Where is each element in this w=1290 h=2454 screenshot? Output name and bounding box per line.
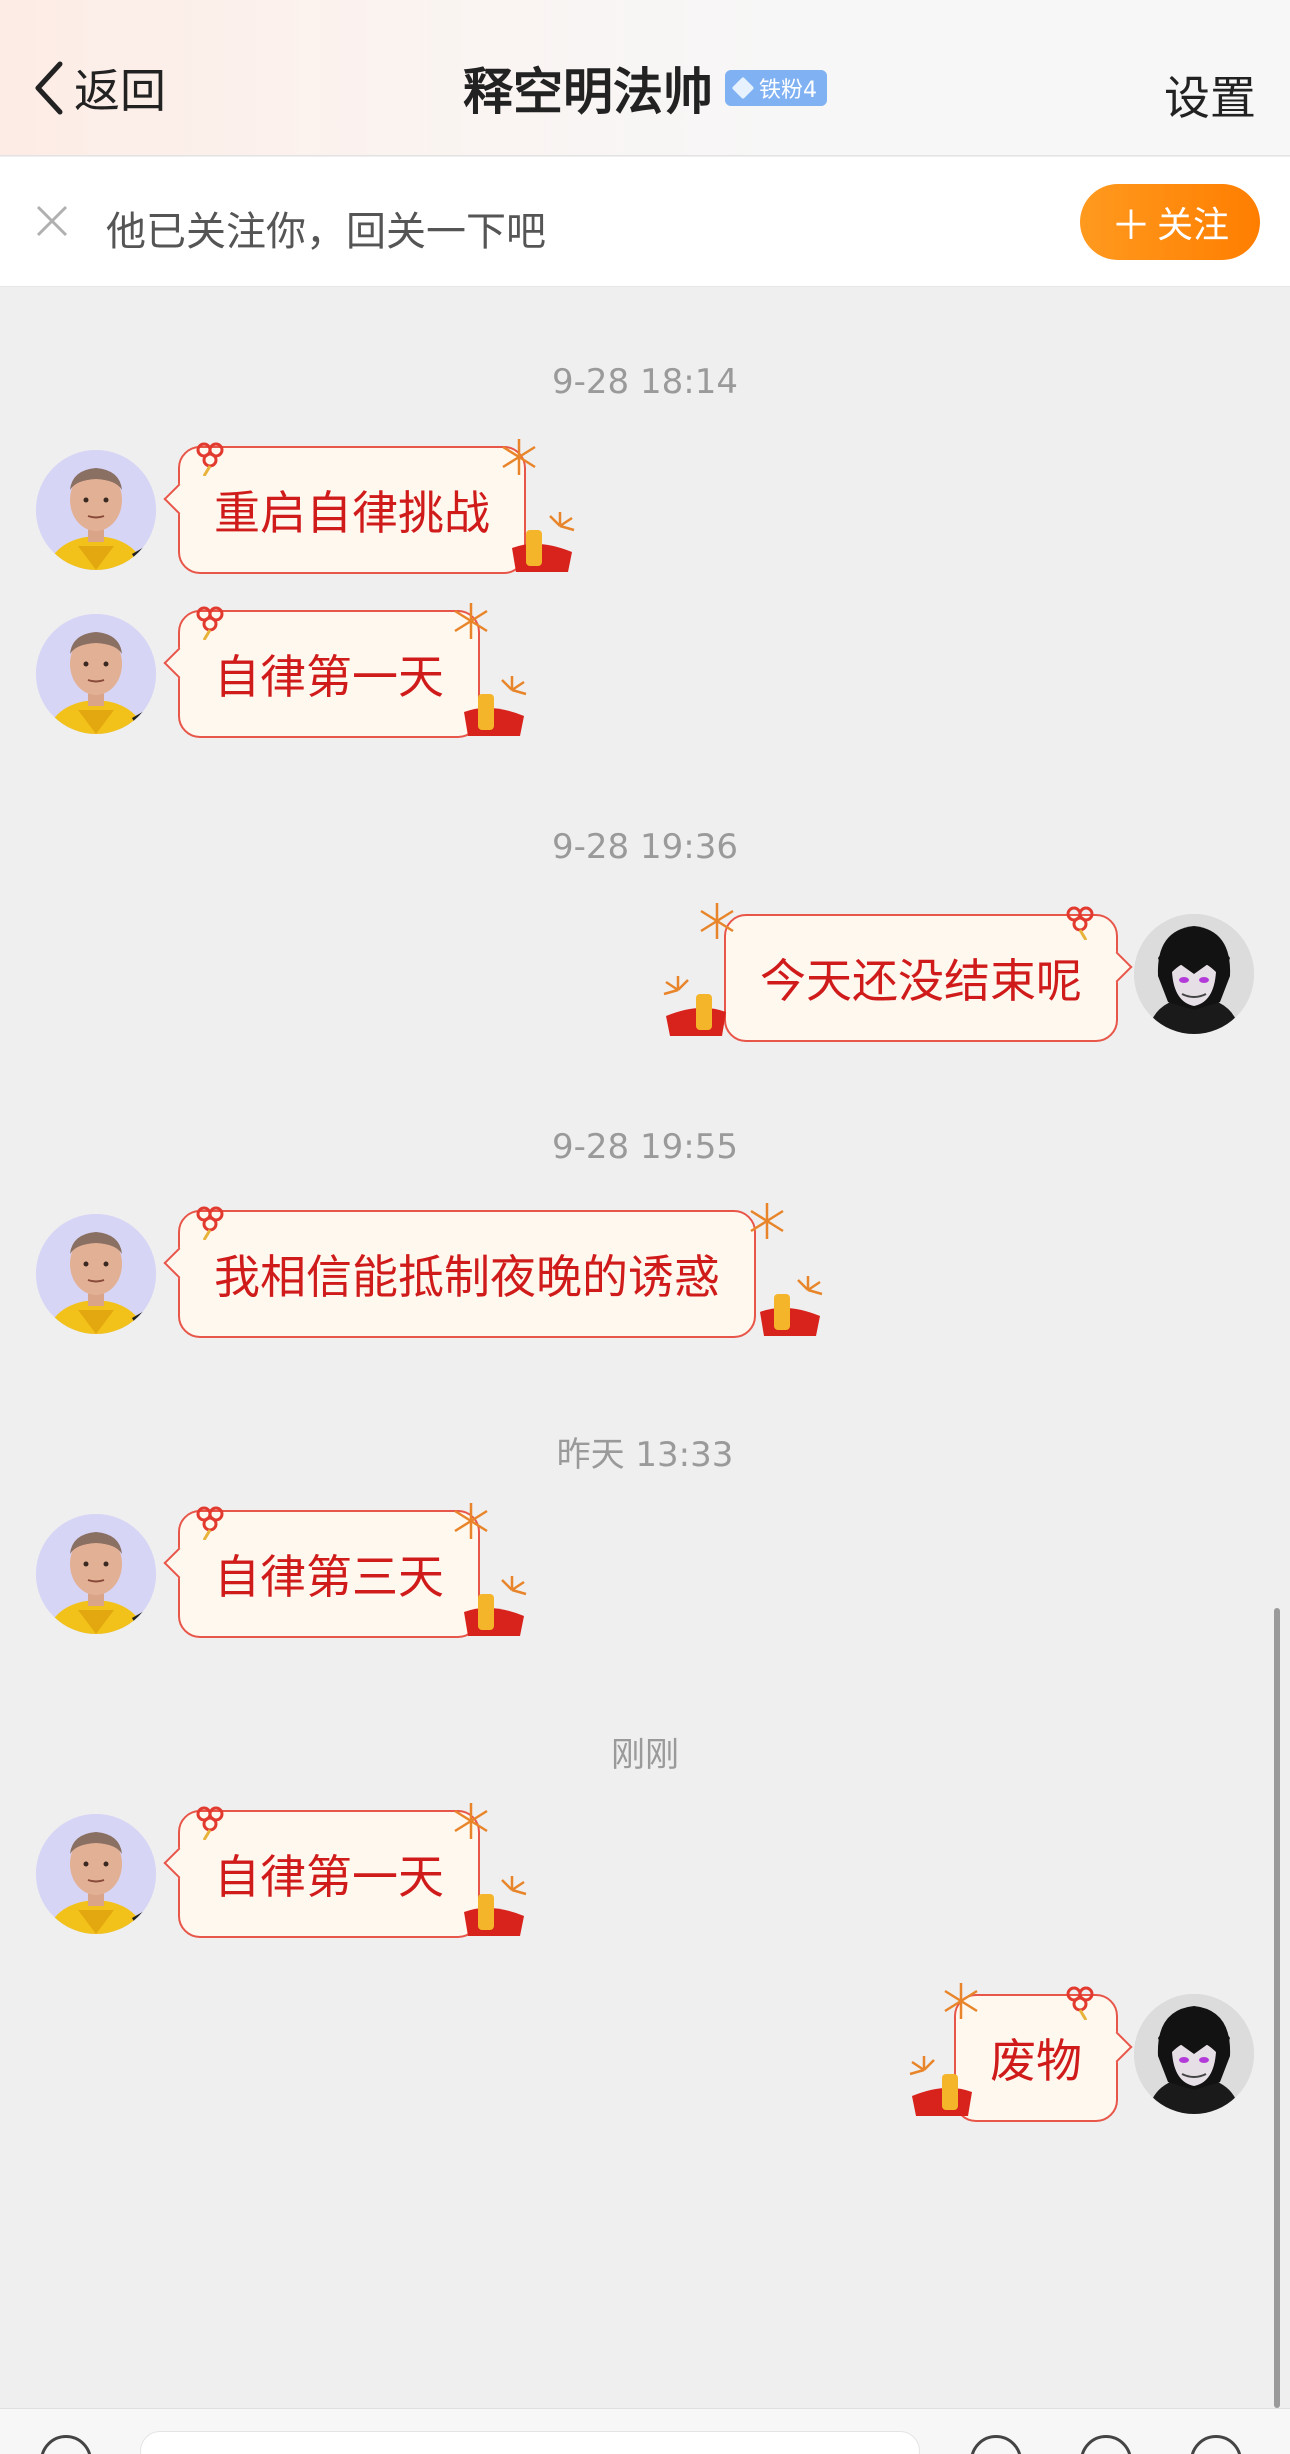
message-text: 自律第一天 [214, 1850, 444, 1904]
message-bubble[interactable]: 自律第三天 [163, 1510, 480, 1638]
contact-avatar[interactable] [36, 1514, 156, 1634]
input-bar [0, 2408, 1290, 2454]
settings-button[interactable]: 设置 [1164, 62, 1256, 128]
monk-portrait-icon [36, 1514, 156, 1634]
follow-button-label: 关注 [1156, 204, 1229, 245]
timestamp: 9-28 19:55 [552, 1127, 738, 1167]
voice-icon[interactable] [40, 2435, 92, 2454]
message-bubble-self[interactable]: 废物 [954, 1994, 1133, 2122]
monk-portrait-icon [36, 1814, 156, 1934]
message-text: 废物 [990, 2034, 1082, 2088]
contact-avatar[interactable] [36, 1814, 156, 1934]
message-text: 我相信能抵制夜晚的诱惑 [214, 1250, 720, 1304]
nav-header: 返回 释空明法帅 铁粉4 设置 [0, 0, 1290, 156]
timestamp: 昨天 13:33 [556, 1435, 734, 1475]
follow-prompt-bar: 他已关注你，回关一下吧 ＋ 关注 [0, 157, 1290, 287]
timestamp: 9-28 18:14 [552, 362, 738, 402]
contact-avatar[interactable] [36, 614, 156, 734]
message-bubble[interactable]: 我相信能抵制夜晚的诱惑 [163, 1210, 756, 1338]
firecracker-icon [663, 976, 726, 1036]
diamond-icon [731, 76, 755, 100]
message-text: 自律第三天 [214, 1550, 444, 1604]
follow-prompt-text: 他已关注你，回关一下吧 [106, 209, 546, 255]
message-text: 今天还没结束呢 [760, 954, 1082, 1008]
close-icon[interactable] [34, 203, 70, 239]
monk-portrait-icon [36, 450, 156, 570]
message-bubble-self[interactable]: 今天还没结束呢 [724, 914, 1133, 1042]
message-input[interactable] [140, 2431, 920, 2454]
message-bubble[interactable]: 自律第一天 [163, 1810, 480, 1938]
timestamp: 刚刚 [611, 1735, 679, 1775]
message-text: 重启自律挑战 [214, 486, 490, 540]
timestamp: 9-28 19:36 [552, 827, 738, 867]
follow-button[interactable]: ＋ 关注 [1080, 184, 1260, 260]
more-icon[interactable] [1190, 2435, 1242, 2454]
anime-character-icon [1134, 914, 1254, 1034]
user-avatar[interactable] [1134, 1994, 1254, 2114]
message-text: 自律第一天 [214, 650, 444, 704]
message-bubble[interactable]: 重启自律挑战 [163, 446, 526, 574]
firecracker-icon [760, 1276, 823, 1336]
title-area: 释空明法帅 铁粉4 [0, 56, 1290, 121]
fan-level-badge[interactable]: 铁粉4 [725, 70, 827, 106]
monk-portrait-icon [36, 1214, 156, 1334]
emoji-icon[interactable] [970, 2435, 1022, 2454]
message-bubble[interactable]: 自律第一天 [163, 610, 480, 738]
contact-avatar[interactable] [36, 450, 156, 570]
add-icon[interactable] [1080, 2435, 1132, 2454]
plus-icon: ＋ [1110, 204, 1151, 248]
anime-character-icon [1134, 1994, 1254, 2114]
monk-portrait-icon [36, 614, 156, 734]
user-avatar[interactable] [1134, 914, 1254, 1034]
page-title[interactable]: 释空明法帅 [463, 52, 713, 124]
scrollbar[interactable] [1274, 1608, 1280, 2408]
contact-avatar[interactable] [36, 1214, 156, 1334]
fan-level-label: 铁粉4 [759, 78, 817, 103]
chat-screen: 返回 释空明法帅 铁粉4 设置 他已关注你，回关一下吧 ＋ 关注 9-28 18… [0, 0, 1290, 2454]
